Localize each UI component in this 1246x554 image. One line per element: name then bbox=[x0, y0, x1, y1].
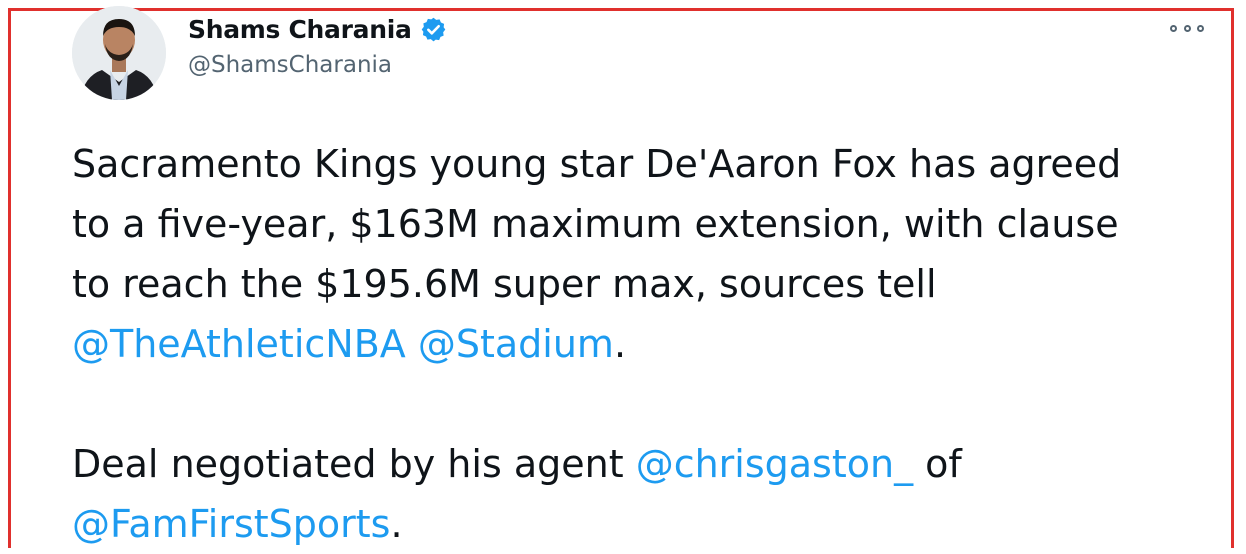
dot-icon bbox=[1170, 24, 1177, 32]
author-handle[interactable]: @ShamsCharania bbox=[188, 52, 392, 78]
punctuation: . bbox=[613, 322, 627, 366]
tweet-line: @TheAthleticNBA @Stadium. bbox=[72, 314, 1202, 374]
more-options-icon[interactable] bbox=[1170, 18, 1204, 38]
punctuation: . bbox=[390, 502, 403, 546]
mention-link[interactable]: @TheAthleticNBA bbox=[72, 322, 406, 366]
tweet-line: to a five-year, $163M maximum extension,… bbox=[72, 202, 1119, 246]
tweet-text-span: of bbox=[913, 442, 962, 486]
tweet-text-span: Deal negotiated by his agent bbox=[72, 442, 636, 486]
tweet-line: Deal negotiated by his agent @chrisgasto… bbox=[72, 434, 1202, 494]
tweet-line: @FamFirstSports. bbox=[72, 494, 1202, 554]
tweet-text: Sacramento Kings young star De'Aaron Fox… bbox=[72, 134, 1202, 554]
mention-link[interactable]: @Stadium bbox=[418, 322, 614, 366]
mention-link[interactable]: @chrisgaston_ bbox=[636, 442, 913, 486]
tweet-line: to reach the $195.6M super max, sources … bbox=[72, 262, 937, 306]
author-display-name[interactable]: Shams Charania bbox=[188, 15, 412, 44]
verified-badge-icon bbox=[420, 16, 447, 43]
dot-icon bbox=[1197, 24, 1204, 32]
dot-icon bbox=[1183, 24, 1191, 32]
tweet-line: Sacramento Kings young star De'Aaron Fox… bbox=[72, 142, 1122, 186]
avatar[interactable] bbox=[72, 6, 166, 100]
profile-photo bbox=[72, 6, 166, 100]
mention-link[interactable]: @FamFirstSports bbox=[72, 502, 390, 546]
author-name-row[interactable]: Shams Charania bbox=[188, 12, 447, 46]
